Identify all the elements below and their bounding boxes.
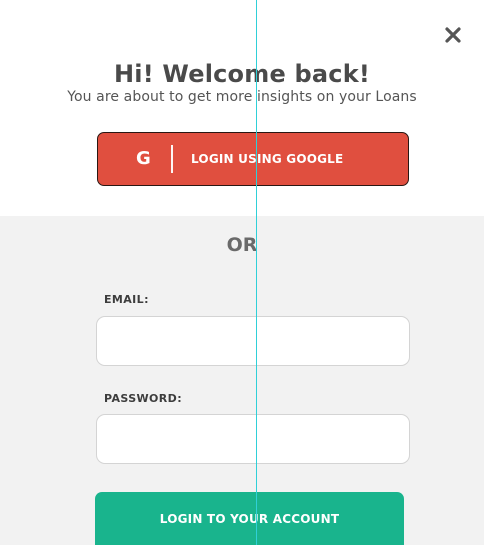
close-icon bbox=[445, 27, 461, 43]
email-label: EMAIL: bbox=[104, 293, 149, 306]
close-button[interactable] bbox=[438, 20, 468, 50]
page-title: Hi! Welcome back! bbox=[114, 60, 370, 89]
login-header-section: Hi! Welcome back! You are about to get m… bbox=[0, 0, 484, 216]
google-button-divider bbox=[171, 145, 173, 173]
login-form-section: OR EMAIL: PASSWORD: LOGIN TO YOUR ACCOUN… bbox=[0, 216, 484, 545]
login-modal: Hi! Welcome back! You are about to get m… bbox=[0, 0, 484, 545]
email-field[interactable] bbox=[96, 316, 410, 366]
password-field[interactable] bbox=[96, 414, 410, 464]
or-divider: OR bbox=[226, 234, 258, 256]
google-icon: G bbox=[136, 148, 151, 169]
login-account-button[interactable]: LOGIN TO YOUR ACCOUNT bbox=[95, 492, 404, 545]
login-google-button[interactable]: G LOGIN USING GOOGLE bbox=[97, 132, 409, 186]
page-subtitle: You are about to get more insights on yo… bbox=[67, 89, 417, 105]
login-google-label: LOGIN USING GOOGLE bbox=[191, 152, 344, 166]
password-label: PASSWORD: bbox=[104, 392, 183, 405]
login-account-label: LOGIN TO YOUR ACCOUNT bbox=[159, 511, 340, 526]
